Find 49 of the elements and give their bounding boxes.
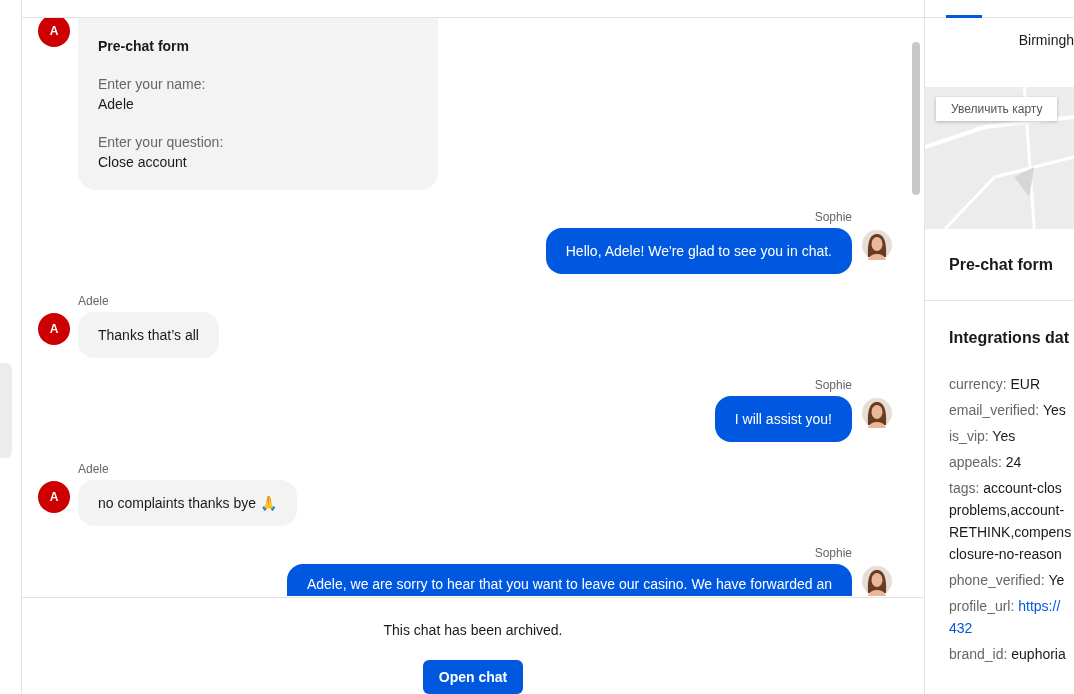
message-bubble: Hello, Adele! We're glad to see you in chat. [545, 228, 852, 274]
agent-avatar [862, 398, 892, 428]
message-bubble: Thanks that’s all [78, 312, 219, 358]
field-value: 24 [1005, 454, 1022, 470]
field-value: Adele [98, 95, 135, 114]
location-text: Birmingh [1017, 31, 1074, 50]
field-label: email_verified: [949, 402, 1040, 418]
field-value: Ye [1048, 572, 1065, 588]
field-value: closure-no-reason [949, 546, 1062, 562]
form-title: Pre-chat form [98, 38, 191, 54]
profile-link[interactable]: 432 [949, 620, 973, 636]
field-value: account-clos [983, 480, 1062, 496]
scrollbar-thumb[interactable] [912, 42, 920, 195]
enlarge-map-button[interactable]: Увеличить карту [936, 97, 1058, 121]
field-value: RETHINK,compens [949, 524, 1072, 540]
sender-name: Adele [78, 294, 110, 308]
profile-link[interactable]: https:// [1018, 598, 1061, 614]
sender-name: Adele [78, 462, 110, 476]
message-bubble: no complaints thanks bye 🙏 [78, 480, 297, 526]
tab-indicator[interactable] [946, 15, 982, 18]
field-label: currency: [949, 376, 1007, 392]
archived-notice: This chat has been archived. [383, 621, 563, 639]
field-label: brand_id: [949, 646, 1008, 662]
field-value: problems,account- [949, 502, 1065, 518]
customer-avatar: A [38, 313, 70, 345]
field-label: phone_verified: [949, 572, 1045, 588]
customer-avatar: A [38, 481, 70, 513]
sender-name: Sophie [814, 546, 852, 560]
field-value: Yes [992, 428, 1016, 444]
field-value: EUR [1010, 376, 1041, 392]
open-chat-button[interactable]: Open chat [422, 660, 524, 694]
section-title: Pre-chat form [949, 256, 1055, 274]
customer-avatar: A [38, 18, 70, 47]
field-label: profile_url: [949, 598, 1015, 614]
field-label: Enter your name: [98, 75, 207, 94]
field-label: Enter your question: [98, 133, 225, 152]
field-label: is_vip: [949, 428, 989, 444]
sender-name: Sophie [814, 378, 852, 392]
field-value: Close account [98, 153, 188, 172]
section-title: Integrations dat [949, 329, 1070, 347]
agent-avatar [862, 230, 892, 260]
message-bubble: Adele, we are sorry to hear that you want to leave our casino. We have forwarded an [286, 564, 852, 596]
sender-name: Sophie [814, 210, 852, 224]
agent-avatar [862, 566, 892, 596]
field-label: appeals: [949, 454, 1002, 470]
message-bubble: I will assist you! [714, 396, 852, 442]
field-value: Yes [1042, 402, 1066, 418]
field-label: tags: [949, 480, 980, 496]
field-value: euphoria [1011, 646, 1066, 662]
